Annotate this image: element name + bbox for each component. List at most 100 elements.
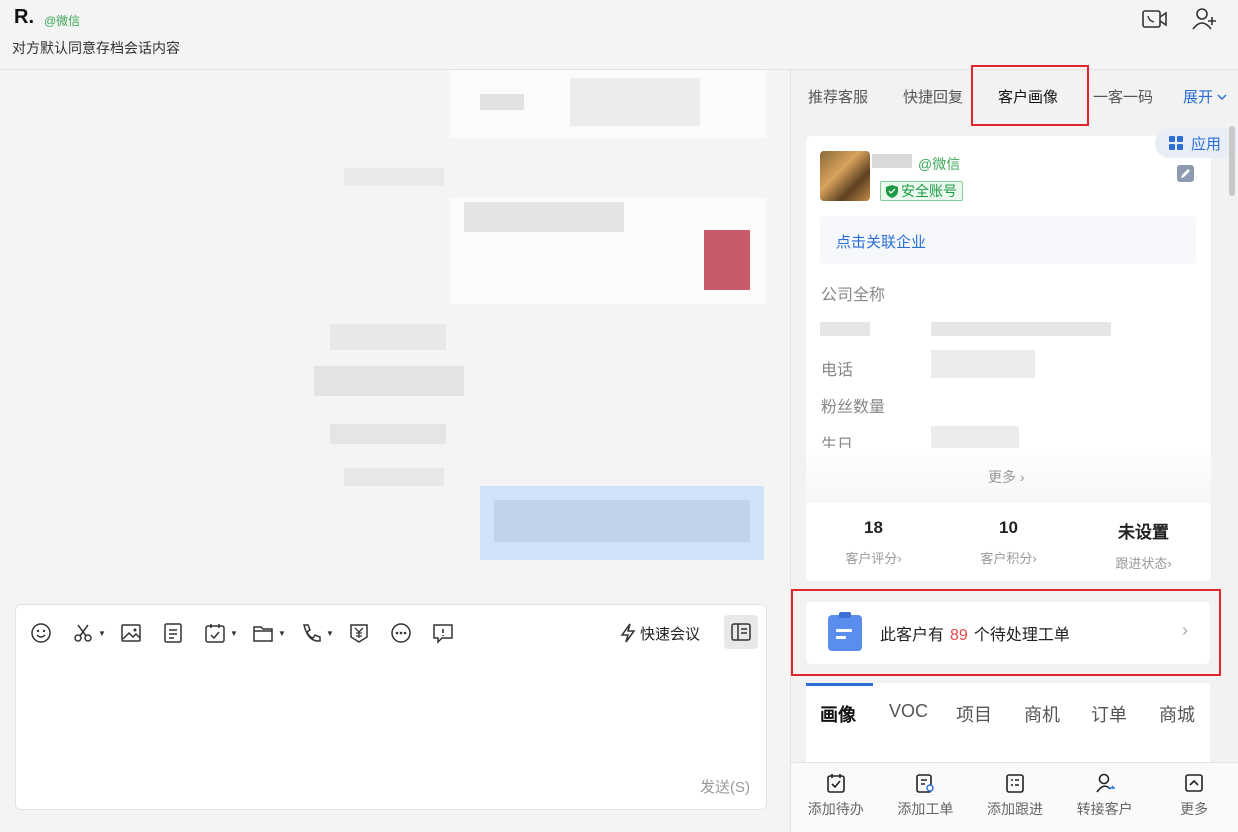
shield-check-icon [886, 184, 898, 198]
safe-account-label: 安全账号 [901, 183, 957, 199]
image-icon[interactable] [120, 622, 142, 644]
contact-source-tag: @微信 [44, 14, 81, 28]
active-tab-indicator [806, 683, 873, 686]
action-label: 添加待办 [807, 801, 864, 817]
phone-icon[interactable] [300, 622, 322, 644]
chevron-down-icon[interactable]: ▼ [98, 629, 106, 638]
tab-one-customer-one-code[interactable]: 一客一码 [1093, 86, 1153, 107]
subtab-orders[interactable]: 订单 [1091, 701, 1127, 727]
stat-points[interactable]: 10 客户积分› [941, 503, 1076, 581]
chevron-down-icon [1217, 93, 1227, 100]
stat-label: 客户积分› [980, 551, 1037, 566]
edit-icon[interactable] [1177, 165, 1194, 182]
field-value-blurred [931, 350, 1035, 378]
blurred-text [570, 78, 700, 126]
blurred-text [494, 500, 750, 542]
more-actions-button[interactable]: 更多 [1149, 763, 1238, 832]
blurred-text [330, 424, 446, 444]
ticket-add-icon [916, 774, 935, 793]
customer-name-blurred [872, 154, 912, 168]
payment-icon[interactable] [348, 622, 370, 644]
folder-icon[interactable] [252, 622, 274, 644]
chat-message-area[interactable] [0, 70, 790, 605]
field-fans-label: 粉丝数量 [821, 399, 886, 416]
safe-account-badge: 安全账号 [880, 181, 963, 201]
transfer-user-icon [1095, 773, 1115, 793]
apps-button[interactable]: 应用 [1155, 128, 1237, 158]
quick-meeting-button[interactable]: 快速会议 [620, 621, 700, 645]
more-fields-button[interactable]: 更多 › [988, 467, 1025, 487]
document-icon[interactable] [162, 622, 184, 644]
subtab-projects[interactable]: 项目 [956, 701, 992, 727]
stat-followup[interactable]: 未设置 跟进状态› [1076, 503, 1211, 581]
add-ticket-button[interactable]: 添加工单 [881, 763, 971, 832]
chevron-down-icon[interactable]: ▼ [326, 629, 334, 638]
expand-button[interactable]: 展开 [1183, 86, 1227, 107]
contact-name: R. [14, 6, 34, 28]
link-enterprise-button[interactable]: 点击关联企业 [820, 216, 1196, 264]
stat-value: 18 [864, 518, 883, 537]
expand-label: 展开 [1183, 89, 1214, 106]
todo-icon [826, 774, 845, 793]
message-composer[interactable]: ▼ ▼ ▼ ▼ 快速会议 发送(S) [15, 604, 767, 810]
action-label: 转接客户 [1076, 801, 1133, 817]
action-label: 添加跟进 [986, 801, 1043, 817]
schedule-icon[interactable] [204, 622, 226, 644]
feedback-icon[interactable] [432, 622, 454, 644]
chat-header: R. @微信 对方默认同意存档会话内容 [0, 0, 1238, 70]
transfer-customer-button[interactable]: 转接客户 [1060, 763, 1150, 832]
archive-note: 对方默认同意存档会话内容 [12, 40, 180, 56]
field-value-blurred [931, 322, 1111, 336]
stat-label: 跟进状态› [1115, 556, 1172, 571]
add-member-icon[interactable] [1192, 6, 1218, 32]
customer-side-panel: 推荐客服 快捷回复 客户画像 一客一码 展开 @微信 安全账号 点击关联企业 公… [790, 65, 1238, 832]
stat-score[interactable]: 18 客户评分› [806, 503, 941, 581]
customer-stats: 18 客户评分› 10 客户积分› 未设置 跟进状态› [806, 503, 1211, 581]
action-label: 添加工单 [897, 801, 954, 817]
blurred-text [314, 366, 464, 396]
tab-recommended-service[interactable]: 推荐客服 [808, 86, 868, 107]
blurred-text [464, 202, 624, 232]
chevron-down-icon[interactable]: ▼ [278, 629, 286, 638]
emoji-icon[interactable] [30, 622, 52, 644]
send-button[interactable]: 发送(S) [700, 776, 750, 797]
subtab-profile[interactable]: 画像 [820, 701, 856, 727]
panel-scrollbar[interactable] [1229, 126, 1235, 196]
tab-quick-reply[interactable]: 快捷回复 [903, 86, 963, 107]
wechat-tag: @微信 [918, 156, 961, 172]
stat-label: 客户评分› [845, 551, 902, 566]
stat-value: 未设置 [1118, 523, 1169, 542]
field-phone-label: 电话 [821, 362, 854, 379]
avatar [820, 151, 870, 201]
blurred-text [480, 94, 524, 110]
composer-toolbar: ▼ ▼ ▼ ▼ [30, 619, 454, 647]
action-label: 更多 [1180, 801, 1209, 817]
chevron-up-box-icon [1185, 774, 1203, 792]
subtab-voc[interactable]: VOC [889, 701, 928, 722]
side-panel-toggle-icon[interactable] [724, 615, 758, 649]
blurred-text [330, 324, 446, 350]
chevron-down-icon[interactable]: ▼ [230, 629, 238, 638]
blurred-text [344, 468, 444, 486]
more-label: 更多 [988, 469, 1016, 485]
highlight-box [971, 65, 1089, 126]
video-call-icon[interactable] [1142, 6, 1168, 32]
highlight-box [791, 589, 1221, 676]
apps-label: 应用 [1191, 135, 1222, 153]
add-todo-button[interactable]: 添加待办 [791, 763, 881, 832]
stat-value: 10 [999, 518, 1018, 537]
subtab-opportunities[interactable]: 商机 [1024, 701, 1060, 727]
blurred-image [704, 230, 750, 290]
followup-icon [1006, 774, 1024, 793]
subtab-mall[interactable]: 商城 [1159, 701, 1195, 727]
bottom-action-bar: 添加待办 添加工单 添加跟进 转接客户 更多 [791, 762, 1238, 832]
more-icon[interactable] [390, 622, 412, 644]
field-company-label: 公司全称 [821, 287, 886, 304]
customer-profile-card: @微信 安全账号 点击关联企业 公司全称 电话 粉丝数量 生日 更多 › 18 … [806, 136, 1211, 581]
screenshot-icon[interactable] [72, 622, 94, 644]
add-followup-button[interactable]: 添加跟进 [970, 763, 1060, 832]
lightning-icon [620, 623, 636, 643]
blurred-text [344, 168, 444, 186]
field-value-blurred [820, 322, 870, 336]
quick-meeting-label: 快速会议 [640, 625, 701, 643]
